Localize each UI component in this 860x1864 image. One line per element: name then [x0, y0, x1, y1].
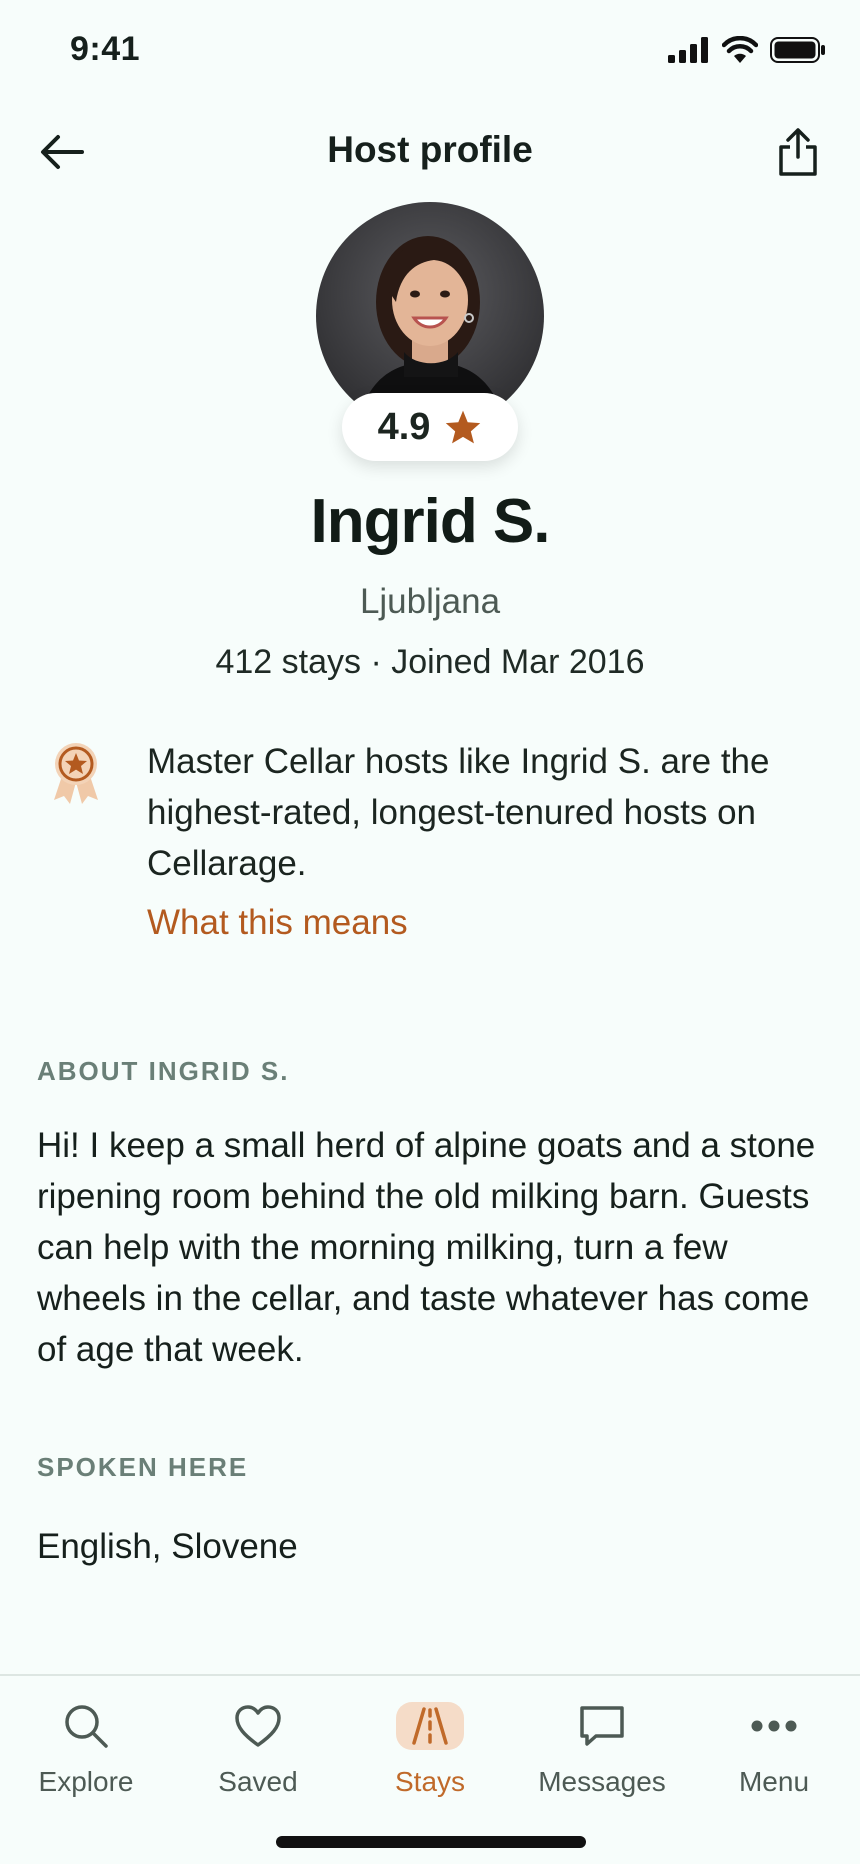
rating-value: 4.9	[377, 405, 431, 448]
battery-icon	[770, 37, 825, 63]
tab-label: Explore	[38, 1766, 134, 1797]
heart-icon	[235, 1705, 281, 1747]
host-profile-screen: 9:41 Host profile 4.9 Ingrid S. Ljubljan…	[0, 0, 860, 1864]
status-time: 9:41	[70, 30, 141, 68]
rating-badge: 4.9	[342, 393, 518, 461]
tab-stays[interactable]: Stays	[344, 1696, 516, 1798]
about-text: Hi! I keep a small herd of alpine goats …	[37, 1126, 816, 1369]
languages-heading: SPOKEN HERE	[37, 1452, 249, 1482]
home-indicator[interactable]	[276, 1836, 586, 1848]
star-icon	[446, 410, 481, 444]
status-icons	[668, 36, 826, 64]
host-city: Ljubljana	[359, 582, 501, 621]
host-stats: 412 stays · Joined Mar 2016	[215, 643, 645, 681]
what-this-means-link[interactable]: What this means	[147, 903, 408, 943]
road-icon	[412, 1707, 448, 1745]
languages-text: English, Slovene	[37, 1527, 298, 1566]
chat-icon	[580, 1706, 624, 1746]
tab-explore[interactable]: Explore	[0, 1696, 172, 1798]
active-tab-indicator	[396, 1702, 464, 1750]
more-icon	[751, 1720, 797, 1732]
about-heading: ABOUT INGRID S.	[37, 1056, 290, 1086]
tab-label: Menu	[738, 1766, 810, 1797]
award-ribbon-icon	[50, 742, 102, 804]
page-title: Host profile	[327, 129, 533, 170]
tab-menu[interactable]: Menu	[688, 1696, 860, 1798]
tab-messages[interactable]: Messages	[516, 1696, 688, 1798]
badge-description: Master Cellar hosts like Ingrid S. are t…	[147, 742, 770, 883]
wifi-icon	[722, 36, 758, 63]
host-name: Ingrid S.	[310, 487, 551, 556]
share-icon	[779, 128, 817, 176]
tab-label: Stays	[394, 1766, 466, 1797]
signal-icon	[668, 37, 708, 63]
share-button[interactable]	[772, 124, 824, 180]
tab-saved[interactable]: Saved	[172, 1696, 344, 1798]
tab-label: Messages	[538, 1766, 666, 1797]
tab-label: Saved	[218, 1766, 298, 1797]
search-icon	[65, 1705, 108, 1748]
